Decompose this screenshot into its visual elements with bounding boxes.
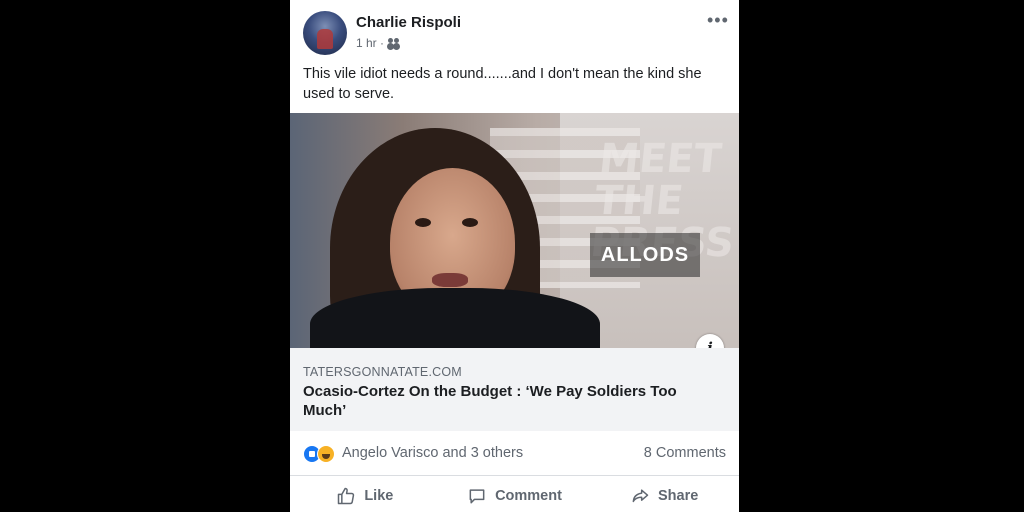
reactions-bar: Angelo Varisco and 3 others 8 Comments xyxy=(290,431,739,476)
person-eye xyxy=(415,218,431,227)
post-meta: 1 hr · xyxy=(356,36,401,50)
post-header: Charlie Rispoli 1 hr · ••• xyxy=(290,0,739,60)
link-domain: TATERSGONNATATE.COM xyxy=(303,365,462,379)
avatar[interactable] xyxy=(303,11,347,55)
comment-button[interactable]: Comment xyxy=(440,476,590,512)
thumbs-up-icon xyxy=(338,487,355,505)
share-label: Share xyxy=(658,488,699,504)
like-button[interactable]: Like xyxy=(290,476,440,512)
link-preview-image[interactable]: MEET THE PRESS ALLODS i xyxy=(290,113,739,348)
comment-icon xyxy=(469,489,485,504)
facebook-post-card: Charlie Rispoli 1 hr · ••• This vile idi… xyxy=(290,0,739,512)
image-logo-badge: ALLODS xyxy=(590,233,700,277)
link-caption[interactable]: TATERSGONNATATE.COM Ocasio-Cortez On the… xyxy=(290,348,739,431)
person-body xyxy=(310,288,600,348)
share-button[interactable]: Share xyxy=(589,476,739,512)
more-options-icon[interactable]: ••• xyxy=(707,11,728,29)
post-actions-bar: Like Comment Share xyxy=(290,476,739,512)
share-icon xyxy=(632,489,649,503)
person-eye xyxy=(462,218,478,227)
haha-reaction-icon xyxy=(317,445,335,463)
link-title[interactable]: Ocasio-Cortez On the Budget : ‘We Pay So… xyxy=(303,382,723,420)
author-name[interactable]: Charlie Rispoli xyxy=(356,14,461,31)
comment-label: Comment xyxy=(495,488,562,504)
post-text: This vile idiot needs a round.......and … xyxy=(303,66,702,102)
person-mouth xyxy=(432,273,468,287)
friends-icon xyxy=(388,38,401,48)
reaction-icons[interactable] xyxy=(303,445,337,463)
comments-count[interactable]: 8 Comments xyxy=(644,445,726,461)
like-label: Like xyxy=(364,488,394,504)
reactors-summary[interactable]: Angelo Varisco and 3 others xyxy=(342,445,523,461)
post-timestamp[interactable]: 1 hr · xyxy=(356,36,384,50)
